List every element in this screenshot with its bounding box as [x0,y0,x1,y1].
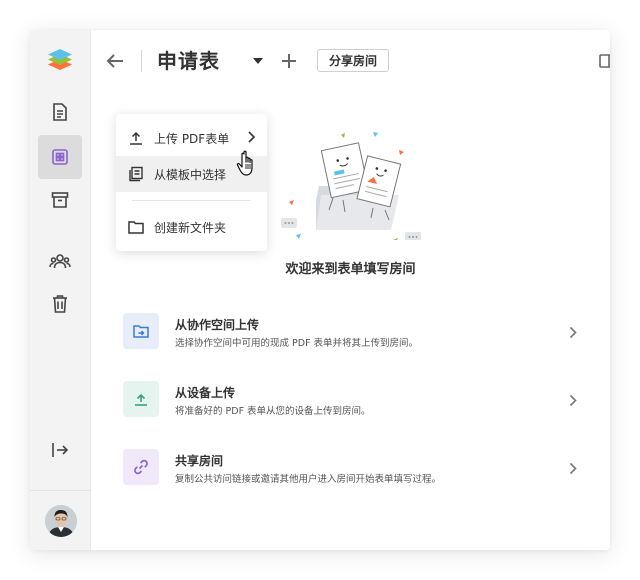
info-panel-icon[interactable] [597,52,610,70]
sidebar [30,30,91,550]
page-title-text: 申请表 [157,49,220,73]
logout-icon[interactable] [38,428,82,472]
option-title: 从协作空间上传 [175,318,260,332]
option-desc: 将准备好的 PDF 表单从您的设备上传到房间。 [175,406,371,417]
title-dropdown-caret-icon[interactable] [251,55,265,67]
app-window: 申请表 分享房间 欢迎来到表单填写房间 从协作空间上传 选择协作空间中可用的现成… [30,30,610,550]
add-dropdown-menu: 上传 PDF表单 从模板中选择 创建新文件夹 [116,114,267,251]
option-title: 共享房间 [175,454,224,468]
welcome-heading: 欢迎来到表单填写房间 [285,262,416,277]
option-title: 从设备上传 [175,386,236,400]
back-arrow-icon[interactable] [103,50,127,72]
documents-icon[interactable] [38,90,82,134]
share-room-button-label: 分享房间 [329,54,378,68]
menu-item-label: 上传 PDF表单 [154,131,230,146]
menu-item-label: 从模板中选择 [154,167,227,182]
trash-icon[interactable] [38,282,82,326]
option-share-room[interactable]: 共享房间 复制公共访问链接或邀请其他用户进入房间开始表单填写过程。 [117,442,583,492]
menu-item-new-folder[interactable]: 创建新文件夹 [116,209,267,245]
contacts-icon[interactable] [38,240,82,284]
archive-icon[interactable] [38,178,82,222]
workspace-upload-icon [123,313,159,349]
plus-icon[interactable] [279,51,299,71]
chevron-right-icon [569,460,577,479]
upload-icon [128,130,144,146]
hand-pointer-cursor-icon [236,150,260,182]
submenu-chevron-icon [248,131,256,146]
page-title[interactable]: 申请表 [157,45,220,74]
link-icon [123,449,159,485]
header: 申请表 分享房间 [91,30,610,92]
logo-icon[interactable] [38,38,82,82]
rooms-icon[interactable] [38,135,82,179]
option-upload-from-workspace[interactable]: 从协作空间上传 选择协作空间中可用的现成 PDF 表单并将其上传到房间。 [117,306,583,356]
folder-icon [128,219,144,235]
menu-divider [132,200,251,201]
main-content: 申请表 分享房间 欢迎来到表单填写房间 从协作空间上传 选择协作空间中可用的现成… [91,30,610,550]
option-desc: 复制公共访问链接或邀请其他用户进入房间开始表单填写过程。 [175,474,442,485]
empty-room-illustration [281,130,421,244]
chevron-right-icon [569,324,577,343]
sidebar-footer [30,490,91,550]
option-desc: 选择协作空间中可用的现成 PDF 表单并将其上传到房间。 [175,338,419,349]
avatar[interactable] [44,504,77,537]
template-icon [128,166,144,182]
menu-item-label: 创建新文件夹 [154,220,227,235]
header-divider [141,50,142,72]
device-upload-icon [123,381,159,417]
chevron-right-icon [569,392,577,411]
share-room-button[interactable]: 分享房间 [317,49,390,72]
option-upload-from-device[interactable]: 从设备上传 将准备好的 PDF 表单从您的设备上传到房间。 [117,374,583,424]
